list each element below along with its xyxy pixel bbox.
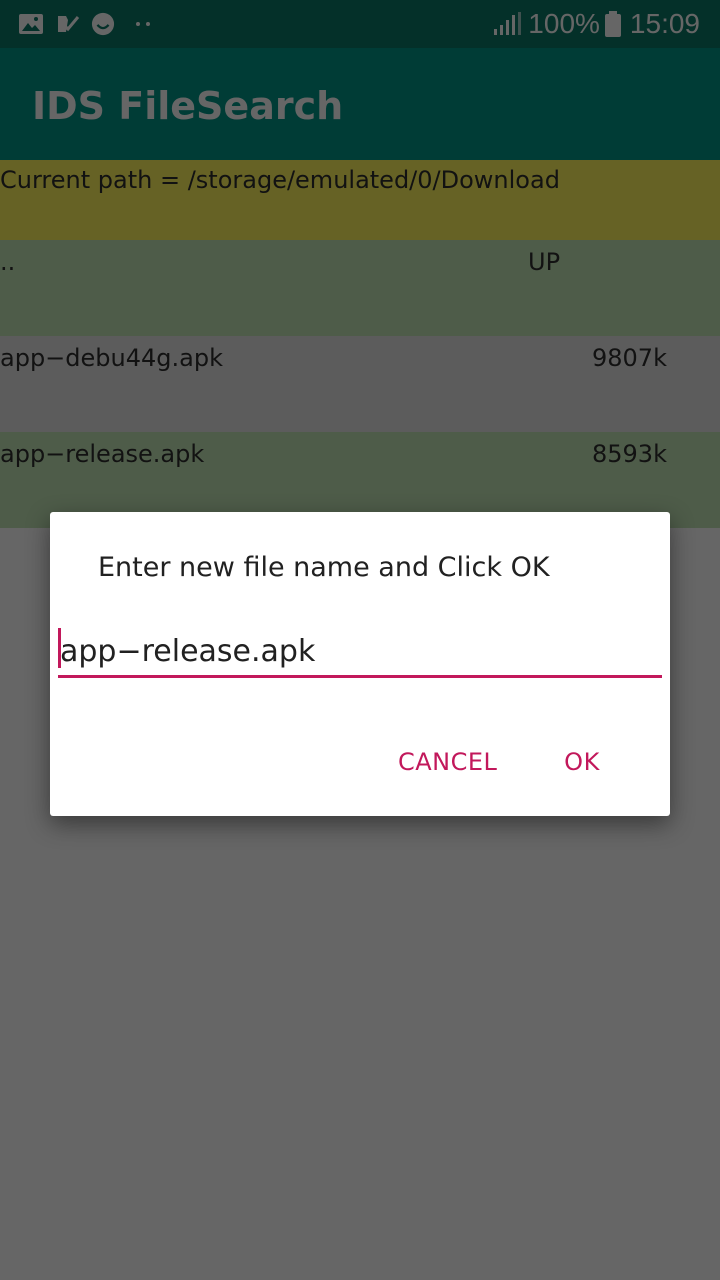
rename-dialog: Enter new file name and Click OK CANCEL … <box>50 512 670 816</box>
file-name-field[interactable] <box>58 628 664 678</box>
cancel-button[interactable]: CANCEL <box>398 740 497 784</box>
battery-icon <box>604 11 621 37</box>
list-item-size: 9807k <box>592 344 667 372</box>
list-item-name: .. <box>0 248 16 276</box>
list-item-size: 8593k <box>592 440 667 468</box>
ok-button[interactable]: OK <box>562 740 602 784</box>
list-item-name: app−release.apk <box>0 440 205 468</box>
image-icon <box>19 14 43 34</box>
input-underline <box>58 675 662 678</box>
list-item-info: UP <box>528 248 561 276</box>
app-title: IDS FileSearch <box>32 84 344 128</box>
list-item-name: app−debu44g.apk <box>0 344 223 372</box>
list-item[interactable]: app−debu44g.apk 9807k <box>0 336 720 432</box>
signal-icon <box>494 12 522 35</box>
current-path-bar: Current path = /storage/emulated/0/Downl… <box>0 160 720 240</box>
status-bar: 100% 15:09 <box>0 0 720 48</box>
task-check-icon <box>58 16 80 32</box>
file-name-input[interactable] <box>58 628 664 674</box>
more-dots-icon <box>136 22 150 26</box>
current-path-label: Current path = /storage/emulated/0/Downl… <box>0 166 560 194</box>
dialog-title: Enter new file name and Click OK <box>98 552 550 583</box>
battery-percent: 100% <box>528 8 600 39</box>
text-cursor <box>58 628 61 668</box>
app-bar: IDS FileSearch <box>0 48 720 160</box>
clock: 15:09 <box>629 8 700 39</box>
list-item-up[interactable]: .. UP <box>0 240 720 336</box>
smiley-icon <box>91 12 115 36</box>
